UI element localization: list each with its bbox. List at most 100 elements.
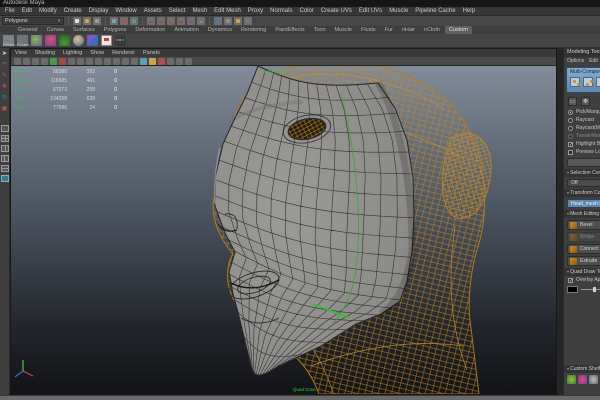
grease-pencil-icon[interactable] bbox=[68, 57, 75, 65]
make-live-icon[interactable] bbox=[197, 17, 205, 25]
shelf-tab-general[interactable]: General bbox=[14, 26, 42, 34]
new-scene-icon[interactable] bbox=[73, 17, 81, 25]
uv-checker-icon[interactable] bbox=[87, 35, 98, 46]
bevel-button[interactable]: Bevel bbox=[567, 220, 600, 230]
menu-color[interactable]: Color bbox=[299, 8, 313, 14]
image-plane-icon[interactable] bbox=[101, 35, 112, 46]
menu-display[interactable]: Display bbox=[89, 8, 109, 14]
menu-create[interactable]: Create bbox=[64, 8, 82, 14]
flower-red-icon[interactable] bbox=[578, 375, 587, 384]
select-tool[interactable]: ➤ bbox=[1, 50, 9, 58]
menu-proxy[interactable]: Proxy bbox=[248, 8, 263, 14]
custom-shelf-header[interactable]: Custom Shelf bbox=[564, 365, 600, 373]
screen-space-ao-icon[interactable] bbox=[185, 57, 192, 65]
extrude-button[interactable]: Extrude bbox=[567, 256, 600, 266]
timeline-strip[interactable] bbox=[0, 395, 600, 400]
vp-menu-view[interactable]: View bbox=[15, 50, 27, 56]
plane-cam-icon[interactable]: P.Cam bbox=[17, 35, 29, 47]
face-select-icon[interactable] bbox=[596, 77, 600, 87]
grid-icon[interactable] bbox=[77, 57, 84, 65]
bridge-button[interactable]: Bridge bbox=[567, 232, 600, 242]
construction-history-icon[interactable] bbox=[214, 17, 222, 25]
option-highlight-backfaces[interactable]: ✓Highlight Backfaces bbox=[564, 140, 600, 148]
field-chart-icon[interactable] bbox=[113, 57, 120, 65]
shelf-tab-ncloth[interactable]: nCloth bbox=[420, 26, 444, 34]
option-pick-marquee[interactable]: Pick/Marquee bbox=[564, 108, 600, 116]
option-overlay-appearance[interactable]: ✓Overlay Appearance bbox=[564, 276, 600, 284]
snap-grid-icon[interactable] bbox=[147, 17, 155, 25]
edge-select-icon[interactable] bbox=[583, 77, 593, 87]
menu-mesh[interactable]: Mesh bbox=[192, 8, 207, 14]
menu-file[interactable]: File bbox=[5, 8, 15, 14]
bookmark-icon[interactable] bbox=[41, 57, 48, 65]
shelf-tab-polygons[interactable]: Polygons bbox=[100, 26, 131, 34]
menu-muscle[interactable]: Muscle bbox=[389, 8, 408, 14]
option-tweak-marquee[interactable]: Tweak/Marquee bbox=[564, 132, 600, 140]
menu-modify[interactable]: Modify bbox=[39, 8, 57, 14]
select-camera-icon[interactable] bbox=[14, 57, 21, 65]
image-plane-icon[interactable] bbox=[50, 57, 57, 65]
layout-two-pane-button[interactable] bbox=[0, 145, 9, 152]
select-by-hierarchy-icon[interactable] bbox=[110, 17, 118, 25]
panel-menu-options[interactable]: Options bbox=[567, 58, 584, 64]
marquee-icon[interactable]: ▭ bbox=[568, 97, 577, 106]
gate-mask-icon[interactable] bbox=[104, 57, 111, 65]
option-raycast[interactable]: Raycast bbox=[564, 116, 600, 124]
shelf-tab-custom[interactable]: Custom bbox=[444, 26, 472, 34]
shelf-tab-fur[interactable]: Fur bbox=[381, 26, 397, 34]
plane-cam-icon[interactable]: P.Cam bbox=[3, 35, 15, 47]
open-scene-icon[interactable] bbox=[83, 17, 91, 25]
perspective-viewport[interactable]: View Shading Lighting Show Renderer Pane… bbox=[10, 48, 557, 395]
connect-button[interactable]: Connect bbox=[567, 244, 600, 254]
menu-assets[interactable]: Assets bbox=[144, 8, 162, 14]
quad-draw-header[interactable]: Quad Draw Tool bbox=[564, 268, 600, 276]
snap-view-icon[interactable] bbox=[187, 17, 195, 25]
live-surface-field[interactable]: Head_mesh:Mesh bbox=[567, 199, 600, 208]
render-settings-icon[interactable] bbox=[244, 17, 252, 25]
render-icon[interactable] bbox=[224, 17, 232, 25]
shelf-tab-muscle[interactable]: Muscle bbox=[331, 26, 356, 34]
flower-green-icon[interactable] bbox=[567, 375, 576, 384]
snap-plane-icon[interactable] bbox=[177, 17, 185, 25]
option-raycast-marquee[interactable]: Raycast(Marquee Fallback) bbox=[564, 124, 600, 132]
shelf-tab-nhair[interactable]: nHair bbox=[398, 26, 419, 34]
menu-pipeline-cache[interactable]: Pipeline Cache bbox=[415, 8, 455, 14]
menu-set-dropdown[interactable]: Polygons ▼ bbox=[2, 17, 64, 25]
wireframe-icon[interactable] bbox=[140, 57, 147, 65]
camera-attributes-icon[interactable] bbox=[32, 57, 39, 65]
shelf-tab-fluids[interactable]: Fluids bbox=[357, 26, 380, 34]
ipr-render-icon[interactable] bbox=[234, 17, 242, 25]
move-icon[interactable]: ✥ bbox=[581, 97, 590, 106]
flower-green-icon[interactable] bbox=[31, 35, 42, 46]
shelf-tab-surfaces[interactable]: Surfaces bbox=[69, 26, 99, 34]
earth-sphere-icon[interactable] bbox=[73, 35, 84, 46]
shelf-tab-animation[interactable]: Animation bbox=[170, 26, 202, 34]
lock-camera-icon[interactable] bbox=[23, 57, 30, 65]
menu-create-uvs[interactable]: Create UVs bbox=[321, 8, 352, 14]
layout-persp-outliner-button[interactable] bbox=[0, 155, 9, 162]
paint-select-tool[interactable]: ✎ bbox=[1, 72, 9, 80]
mesh-editing-header[interactable]: Mesh Editing Tools bbox=[564, 210, 600, 218]
shelf-tab-rendering[interactable]: Rendering bbox=[237, 26, 270, 34]
layout-outliner-persp-button[interactable] bbox=[0, 175, 9, 182]
vp-menu-shading[interactable]: Shading bbox=[35, 50, 55, 56]
panel-menu-edit[interactable]: Edit bbox=[589, 58, 598, 64]
vp-menu-lighting[interactable]: Lighting bbox=[63, 50, 82, 56]
shadows-icon[interactable] bbox=[176, 57, 183, 65]
textured-icon[interactable] bbox=[158, 57, 165, 65]
select-button[interactable]: Select bbox=[567, 158, 600, 167]
menu-select[interactable]: Select bbox=[169, 8, 186, 14]
layout-four-pane-button[interactable] bbox=[0, 135, 9, 142]
shelf-tab-deformation[interactable]: Deformation bbox=[131, 26, 169, 34]
layout-single-pane-button[interactable] bbox=[0, 125, 9, 132]
snap-curve-icon[interactable] bbox=[157, 17, 165, 25]
menu-edit-mesh[interactable]: Edit Mesh bbox=[214, 8, 241, 14]
color-swatch[interactable] bbox=[567, 286, 578, 293]
layout-hypergraph-button[interactable] bbox=[0, 165, 9, 172]
shelf-tab-toon[interactable]: Toon bbox=[310, 26, 330, 34]
selection-constraint-header[interactable]: Selection Constraint bbox=[564, 169, 600, 177]
2d-pan-zoom-icon[interactable] bbox=[59, 57, 66, 65]
vp-menu-show[interactable]: Show bbox=[90, 50, 104, 56]
film-gate-icon[interactable] bbox=[86, 57, 93, 65]
lasso-tool[interactable]: ◠ bbox=[1, 61, 9, 69]
